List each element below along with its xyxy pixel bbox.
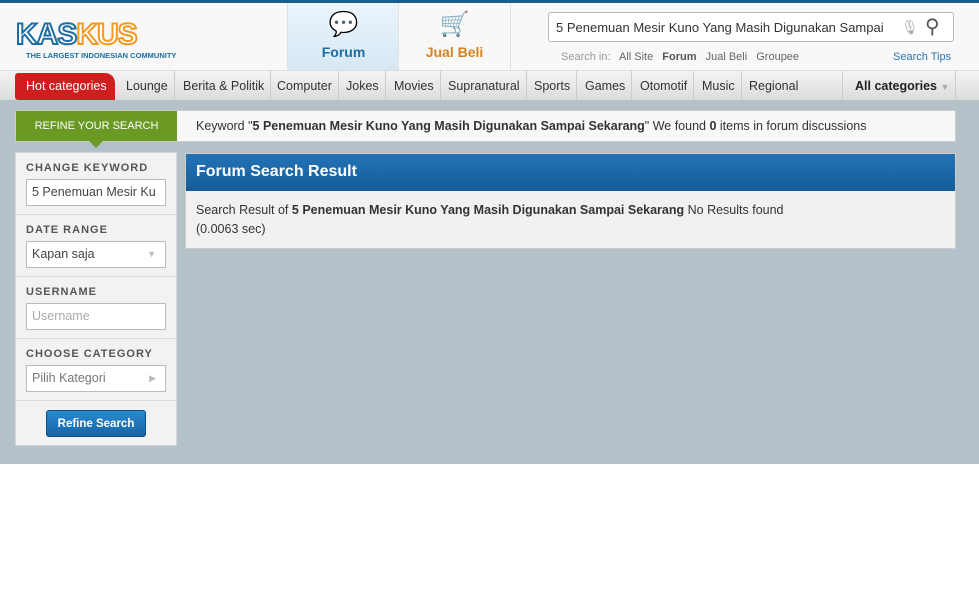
microphone-icon[interactable]: 🎙 [901, 19, 919, 36]
nav-jokes[interactable]: Jokes [340, 71, 386, 101]
date-range-label: DATE RANGE [26, 224, 108, 236]
nav-games[interactable]: Games [579, 71, 633, 101]
username-input[interactable]: Username [26, 303, 166, 330]
forum-icon: 💬 [328, 11, 359, 38]
date-range-value: Kapan saja [32, 247, 95, 261]
search-icon[interactable]: ⚲ [925, 14, 940, 39]
header: KASKUS THE LARGEST INDONESIAN COMMUNITY … [0, 3, 979, 70]
refine-your-search-label: REFINE YOUR SEARCH [16, 111, 177, 148]
category-label: CHOOSE CATEGORY [26, 348, 153, 360]
forum-search-result-panel: Forum Search Result Search Result of 5 P… [185, 153, 956, 249]
nav-music[interactable]: Music [696, 71, 742, 101]
search-value[interactable]: 5 Penemuan Mesir Kuno Yang Masih Digunak… [556, 20, 886, 35]
logo-tagline: THE LARGEST INDONESIAN COMMUNITY [26, 51, 177, 60]
nav-otomotif[interactable]: Otomotif [634, 71, 695, 101]
nav-regional[interactable]: Regional [743, 71, 804, 101]
refine-bar: REFINE YOUR SEARCH Keyword "5 Penemuan M… [15, 110, 956, 148]
kw-mid: " We found [644, 119, 710, 133]
keyword-summary: Keyword "5 Penemuan Mesir Kuno Yang Masi… [196, 119, 866, 133]
username-label: USERNAME [26, 286, 97, 298]
chevron-down-icon: ▼ [940, 82, 950, 92]
nav-computer[interactable]: Computer [271, 71, 339, 101]
scope-jual-beli[interactable]: Jual Beli [706, 51, 748, 63]
result-status: No Results found [684, 203, 784, 217]
chevron-right-icon: ▶ [149, 373, 156, 383]
search-input[interactable]: 5 Penemuan Mesir Kuno Yang Masih Digunak… [548, 12, 954, 42]
keyword-input[interactable]: 5 Penemuan Mesir Ku [26, 179, 166, 206]
result-prefix: Search Result of [196, 203, 292, 217]
scope-all-site[interactable]: All Site [619, 51, 653, 63]
category-value: Pilih Kategori [32, 371, 106, 385]
category-nav: Hot categories Lounge Berita & Politik C… [0, 70, 979, 101]
kw-suffix: items in forum discussions [716, 119, 867, 133]
nav-lounge[interactable]: Lounge [120, 71, 175, 101]
all-categories-dropdown[interactable]: All categories ▼ [842, 71, 956, 101]
search-scope: Search in: All Site Forum Jual Beli Grou… [561, 51, 805, 63]
category-select[interactable]: Pilih Kategori ▶ [26, 365, 166, 392]
kaskus-logo[interactable]: KASKUS THE LARGEST INDONESIAN COMMUNITY [15, 19, 196, 64]
nav-movies[interactable]: Movies [388, 71, 441, 101]
nav-sports[interactable]: Sports [528, 71, 578, 101]
cart-icon: 🛒 [439, 11, 470, 38]
result-time: (0.0063 sec) [196, 222, 266, 236]
refine-sidebar: CHANGE KEYWORD 5 Penemuan Mesir Ku DATE … [15, 152, 177, 446]
result-keyword: 5 Penemuan Mesir Kuno Yang Masih Digunak… [291, 203, 685, 217]
change-keyword-label: CHANGE KEYWORD [26, 162, 149, 174]
date-range-select[interactable]: Kapan saja ▼ [26, 241, 166, 268]
search-in-label: Search in: [561, 51, 611, 63]
kw-keyword: 5 Penemuan Mesir Kuno Yang Masih Digunak… [252, 119, 645, 133]
search-tips-link[interactable]: Search Tips [893, 51, 951, 63]
tab-jual-beli-label: Jual Beli [425, 44, 484, 60]
scope-groupee[interactable]: Groupee [756, 51, 799, 63]
panel-title: Forum Search Result [186, 154, 955, 191]
result-text: Search Result of 5 Penemuan Mesir Kuno Y… [186, 191, 955, 249]
hot-categories[interactable]: Hot categories [15, 73, 115, 100]
nav-berita-politik[interactable]: Berita & Politik [177, 71, 272, 101]
tab-forum-label: Forum [321, 44, 366, 60]
scope-forum[interactable]: Forum [662, 51, 696, 63]
tab-forum[interactable]: 💬 Forum [287, 3, 399, 70]
refine-search-button[interactable]: Refine Search [46, 410, 146, 437]
tab-jual-beli[interactable]: 🛒 Jual Beli [398, 3, 511, 70]
nav-supranatural[interactable]: Supranatural [442, 71, 527, 101]
chevron-down-icon: ▼ [147, 249, 156, 259]
all-categories-label: All categories [855, 79, 937, 93]
kw-prefix: Keyword " [196, 119, 253, 133]
